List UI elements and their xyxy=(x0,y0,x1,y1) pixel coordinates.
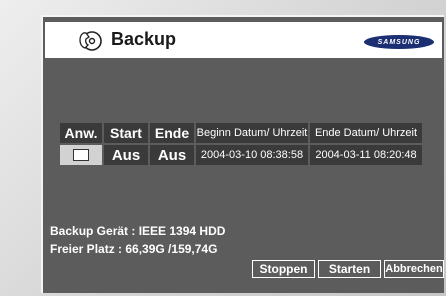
column-header-anw: Anw. xyxy=(60,123,102,143)
stop-button[interactable]: Stoppen xyxy=(252,260,315,278)
free-space-label: Freier Platz : 66,39G /159,74G xyxy=(50,242,218,256)
column-header-start: Start xyxy=(104,123,148,143)
table-header-row: Anw. Start Ende Beginn Datum/ Uhrzeit En… xyxy=(60,123,422,143)
schedule-table: Anw. Start Ende Beginn Datum/ Uhrzeit En… xyxy=(58,121,424,167)
column-header-ende: Ende xyxy=(150,123,194,143)
table-row[interactable]: Aus Aus 2004-03-10 08:38:58 2004-03-11 0… xyxy=(60,145,422,165)
anw-checkbox-cell[interactable] xyxy=(60,145,102,165)
samsung-logo: SAMSUNG xyxy=(364,35,434,49)
backup-window: Backup SAMSUNG Anw. Start Ende Beginn Da… xyxy=(41,15,444,293)
column-header-begin-datetime: Beginn Datum/ Uhrzeit xyxy=(196,123,308,143)
backup-device-label: Backup Gerät : IEEE 1394 HDD xyxy=(50,224,226,238)
start-button[interactable]: Starten xyxy=(318,260,381,278)
start-value[interactable]: Aus xyxy=(104,145,148,165)
hand-disc-icon xyxy=(79,31,102,51)
begin-datetime-value[interactable]: 2004-03-10 08:38:58 xyxy=(196,145,308,165)
ende-value[interactable]: Aus xyxy=(150,145,194,165)
column-header-end-datetime: Ende Datum/ Uhrzeit xyxy=(310,123,422,143)
brand-logo-text: SAMSUNG xyxy=(377,38,421,46)
end-datetime-value[interactable]: 2004-03-11 08:20:48 xyxy=(310,145,422,165)
page-title: Backup xyxy=(111,29,177,49)
header-bar: Backup SAMSUNG xyxy=(45,22,442,58)
cancel-button[interactable]: Abbrechen xyxy=(384,260,444,278)
anw-checkbox[interactable] xyxy=(73,148,89,161)
